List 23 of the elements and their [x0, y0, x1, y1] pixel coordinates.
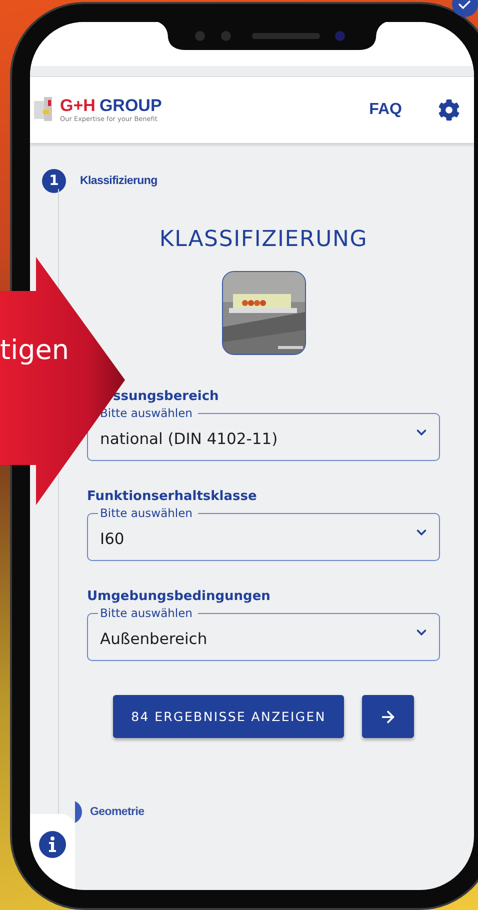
- settings-icon[interactable]: [438, 99, 460, 121]
- next-button[interactable]: [362, 695, 414, 738]
- info-icon: [39, 831, 66, 858]
- chevron-down-icon: [416, 426, 427, 438]
- chevron-down-icon: [416, 526, 427, 538]
- step-label[interactable]: Klassifizierung: [80, 175, 158, 187]
- chevron-down-icon: [416, 626, 427, 638]
- field-label: Funktionserhaltsklasse: [87, 489, 258, 504]
- check-icon: [450, 0, 478, 20]
- step-label[interactable]: Geometrie: [90, 806, 144, 818]
- logo-icon: [34, 97, 54, 123]
- info-tab[interactable]: [30, 814, 75, 890]
- step-number[interactable]: 1: [42, 169, 66, 193]
- faq-link[interactable]: FAQ: [369, 101, 402, 119]
- show-results-button[interactable]: 84 ERGEBNISSE ANZEIGEN: [113, 695, 344, 738]
- callout-text: tigen: [0, 335, 69, 366]
- step-circle[interactable]: [75, 800, 82, 824]
- logo-name: G+H GROUP: [60, 97, 162, 115]
- field-label: Umgebungsbedingungen: [87, 589, 272, 604]
- section-title: KLASSIFIZIERUNG: [158, 227, 369, 252]
- field-label: ssungsbereich: [112, 389, 220, 404]
- dropdown-field[interactable]: Bitte auswählen Außenbereich: [87, 606, 440, 661]
- dropdown-field[interactable]: Bitte auswählen I60: [87, 506, 440, 561]
